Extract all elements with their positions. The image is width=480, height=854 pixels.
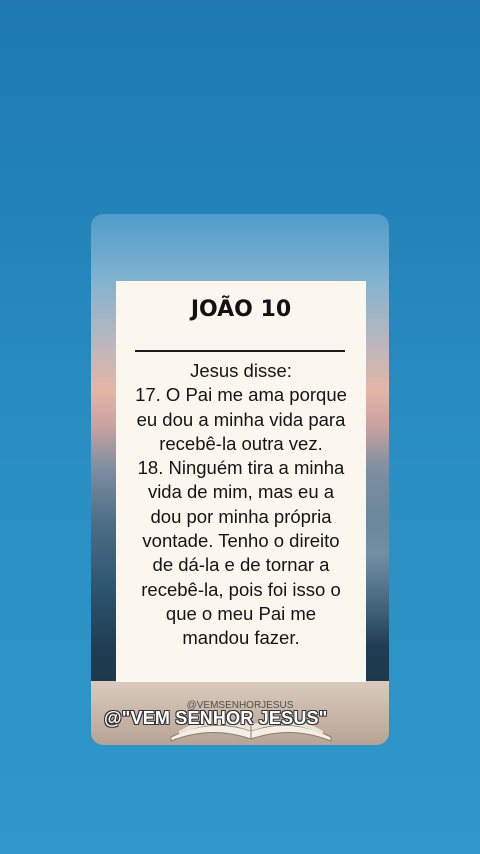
verse-line: que o meu Pai me <box>165 602 317 624</box>
verse-panel: JOÃO 10 Jesus disse: 17. O Pai me ama po… <box>116 281 366 682</box>
verse-line: 17. O Pai me ama porque <box>135 384 347 406</box>
verse-line: dou por minha própria <box>150 505 332 527</box>
title-divider <box>135 350 345 352</box>
chapter-title: JOÃO 10 <box>190 297 292 322</box>
verse-line: 18. Ninguém tira a minha <box>137 457 345 479</box>
verse-line: Jesus disse: <box>190 360 292 381</box>
verse-line: recebê-la outra vez. <box>159 432 323 454</box>
verse-line: eu dou a minha vida para <box>136 408 346 430</box>
verse-text: Jesus disse: 17. O Pai me ama porque eu … <box>116 359 366 651</box>
account-handle: @"VEM SENHOR JESUS" <box>104 708 328 728</box>
verse-line: de dá-la e de tornar a <box>152 554 330 576</box>
verse-line: mandou fazer. <box>182 627 300 649</box>
verse-line: vontade. Tenho o direito <box>142 530 340 552</box>
verse-line: vida de mim, mas eu a <box>147 481 335 503</box>
verse-line: recebê-la, pois foi isso o <box>141 578 341 600</box>
